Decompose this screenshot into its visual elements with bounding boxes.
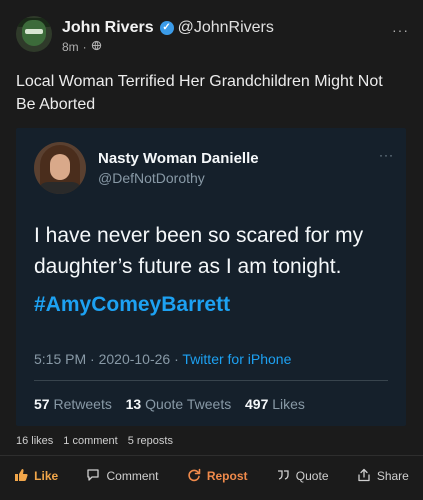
tweet-meta-sep: · bbox=[174, 351, 179, 367]
tweet-date: 2020-10-26 bbox=[98, 351, 171, 367]
tweet-author-avatar bbox=[34, 142, 86, 194]
repost-icon bbox=[187, 468, 201, 484]
tweet-body: I have never been so scared for my daugh… bbox=[34, 224, 364, 278]
action-bar: Like Comment Repost Quote Share bbox=[0, 461, 423, 491]
share-button[interactable]: Share bbox=[357, 468, 409, 484]
repost-label: Repost bbox=[206, 469, 248, 483]
tweet-source: Twitter for iPhone bbox=[182, 351, 292, 367]
tweet-divider bbox=[34, 380, 388, 381]
likes-label: Likes bbox=[272, 396, 305, 412]
comment-icon bbox=[86, 468, 100, 484]
post-time[interactable]: 8m bbox=[62, 40, 79, 54]
likes-count: 497 bbox=[245, 396, 269, 412]
engagement-summary: 16 likes 1 comment 5 reposts bbox=[16, 435, 173, 447]
comments-summary[interactable]: 1 comment bbox=[63, 435, 117, 447]
tweet-author-name: Nasty Woman Danielle bbox=[98, 150, 259, 167]
retweets-count: 57 bbox=[34, 396, 50, 412]
tweet-meta-sep: · bbox=[90, 351, 95, 367]
quote-label: Quote bbox=[295, 469, 329, 483]
quotes-label: Quote Tweets bbox=[145, 396, 232, 412]
embedded-tweet-image[interactable]: Nasty Woman Danielle @DefNotDorothy ··· … bbox=[16, 128, 406, 426]
like-label: Like bbox=[34, 469, 59, 483]
post-more-menu-icon[interactable]: ··· bbox=[392, 22, 409, 38]
share-icon bbox=[357, 468, 371, 484]
comment-button[interactable]: Comment bbox=[86, 468, 159, 484]
author-avatar[interactable] bbox=[16, 16, 52, 52]
quote-icon bbox=[276, 468, 290, 484]
thumbs-up-icon bbox=[14, 468, 28, 484]
tweet-more-icon: ··· bbox=[379, 148, 394, 162]
tweet-meta: 5:15 PM · 2020-10-26 · Twitter for iPhon… bbox=[34, 351, 291, 367]
quotes-count: 13 bbox=[125, 396, 142, 412]
tweet-time: 5:15 PM bbox=[34, 351, 87, 367]
quote-button[interactable]: Quote bbox=[276, 468, 329, 484]
comment-label: Comment bbox=[106, 469, 159, 483]
action-divider bbox=[0, 455, 423, 456]
post-text: Local Woman Terrified Her Grandchildren … bbox=[16, 73, 383, 113]
author-row: John Rivers ✓ @JohnRivers 8m · bbox=[16, 16, 274, 54]
author-handle[interactable]: @JohnRivers bbox=[178, 18, 274, 38]
like-button[interactable]: Like bbox=[14, 468, 58, 484]
tweet-author-handle: @DefNotDorothy bbox=[98, 170, 205, 186]
share-label: Share bbox=[376, 469, 409, 483]
reposts-summary[interactable]: 5 reposts bbox=[128, 435, 173, 447]
globe-icon bbox=[91, 40, 102, 54]
time-separator: · bbox=[82, 40, 87, 54]
tweet-hashtag: #AmyComeyBarrett bbox=[34, 293, 231, 316]
repost-button[interactable]: Repost bbox=[187, 468, 248, 484]
author-name[interactable]: John Rivers bbox=[62, 18, 154, 38]
retweets-label: Retweets bbox=[53, 396, 112, 412]
tweet-stats: 57 Retweets 13 Quote Tweets 497 Likes bbox=[34, 396, 305, 412]
author-meta: John Rivers ✓ @JohnRivers 8m · bbox=[62, 16, 274, 54]
verified-badge-icon: ✓ bbox=[159, 21, 174, 35]
likes-summary[interactable]: 16 likes bbox=[16, 435, 53, 447]
post-card: John Rivers ✓ @JohnRivers 8m · ··· Local… bbox=[0, 0, 423, 500]
